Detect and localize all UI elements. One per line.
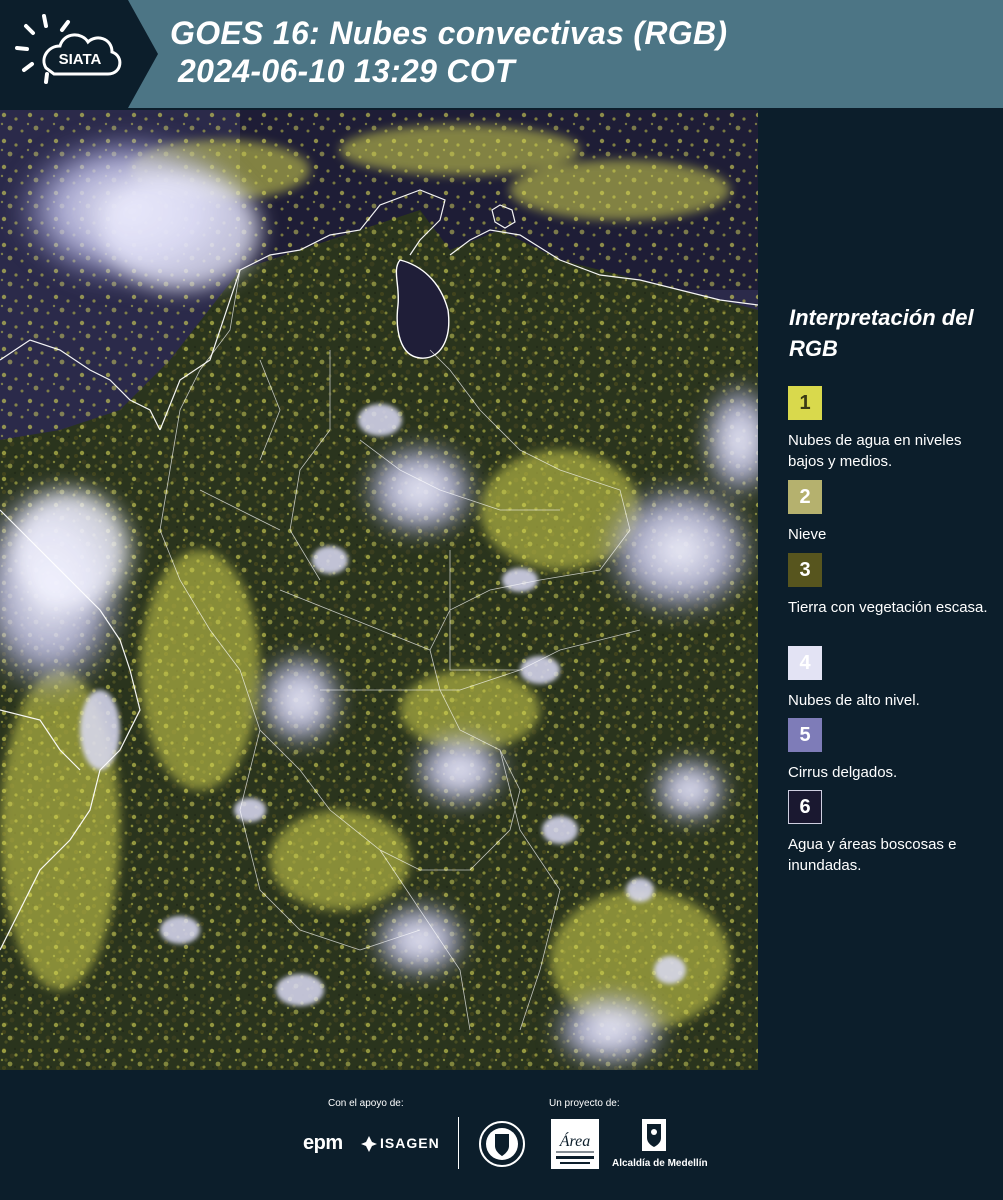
isagen-logo: ISAGEN [380,1135,440,1151]
legend-swatch-5: 5 [788,718,822,752]
legend-swatch-2: 2 [788,480,822,514]
legend-item-2: 2 Nieve [788,480,988,545]
area-metropolitana-logo-icon: Área [551,1119,599,1169]
logo-panel: SIATA [0,0,158,108]
legend-label-5: Cirrus delgados. [788,764,898,781]
project-label: Un proyecto de: [549,1098,620,1109]
svg-text:Área: Área [559,1131,591,1150]
legend-item-1: 1 Nubes de agua en niveles bajos y medio… [788,386,988,472]
legend-label-3: Tierra con vegetación escasa. [788,599,988,616]
legend-label-4: Nubes de alto nivel. [788,692,920,709]
legend-swatch-6: 6 [788,790,822,824]
satellite-map[interactable] [0,110,758,1070]
legend-item-5: 5 Cirrus delgados. [788,718,988,783]
alcaldia-label: Alcaldía de Medellín [612,1158,708,1169]
header-bar: SIATA GOES 16: Nubes convectivas (RGB) 2… [0,0,1003,108]
legend-item-4: 4 Nubes de alto nivel. [788,646,988,711]
svg-text:SIATA: SIATA [59,51,102,68]
legend-item-3: 3 Tierra con vegetación escasa. [788,553,988,618]
isagen-mark-icon [361,1136,377,1152]
legend-panel: Interpretación del RGB 1 Nubes de agua e… [758,110,1003,1070]
medellin-seal-icon [479,1121,525,1167]
legend-title: Interpretación del RGB [789,305,974,361]
footer: Con el apoyo de: Un proyecto de: epm ISA… [0,1070,1003,1200]
satellite-image [0,110,758,1070]
legend-swatch-3: 3 [788,553,822,587]
page-title: GOES 16: Nubes convectivas (RGB) 2024-06… [170,14,727,90]
epm-logo: epm [303,1132,343,1154]
alcaldia-shield-icon [642,1119,666,1151]
legend-item-6: 6 Agua y áreas boscosas e inundadas. [788,790,988,876]
siata-logo-icon: SIATA [15,14,122,84]
legend-label-6: Agua y áreas boscosas e inundadas. [788,836,957,874]
legend-swatch-1: 1 [788,386,822,420]
title-timestamp: 2024-06-10 13:29 COT [178,53,515,89]
support-label: Con el apoyo de: [328,1098,404,1109]
footer-divider [458,1117,459,1169]
legend-swatch-4: 4 [788,646,822,680]
legend-label-1: Nubes de agua en niveles bajos y medios. [788,432,962,470]
title-product: GOES 16: Nubes convectivas (RGB) [170,15,728,51]
legend-label-2: Nieve [788,526,827,543]
